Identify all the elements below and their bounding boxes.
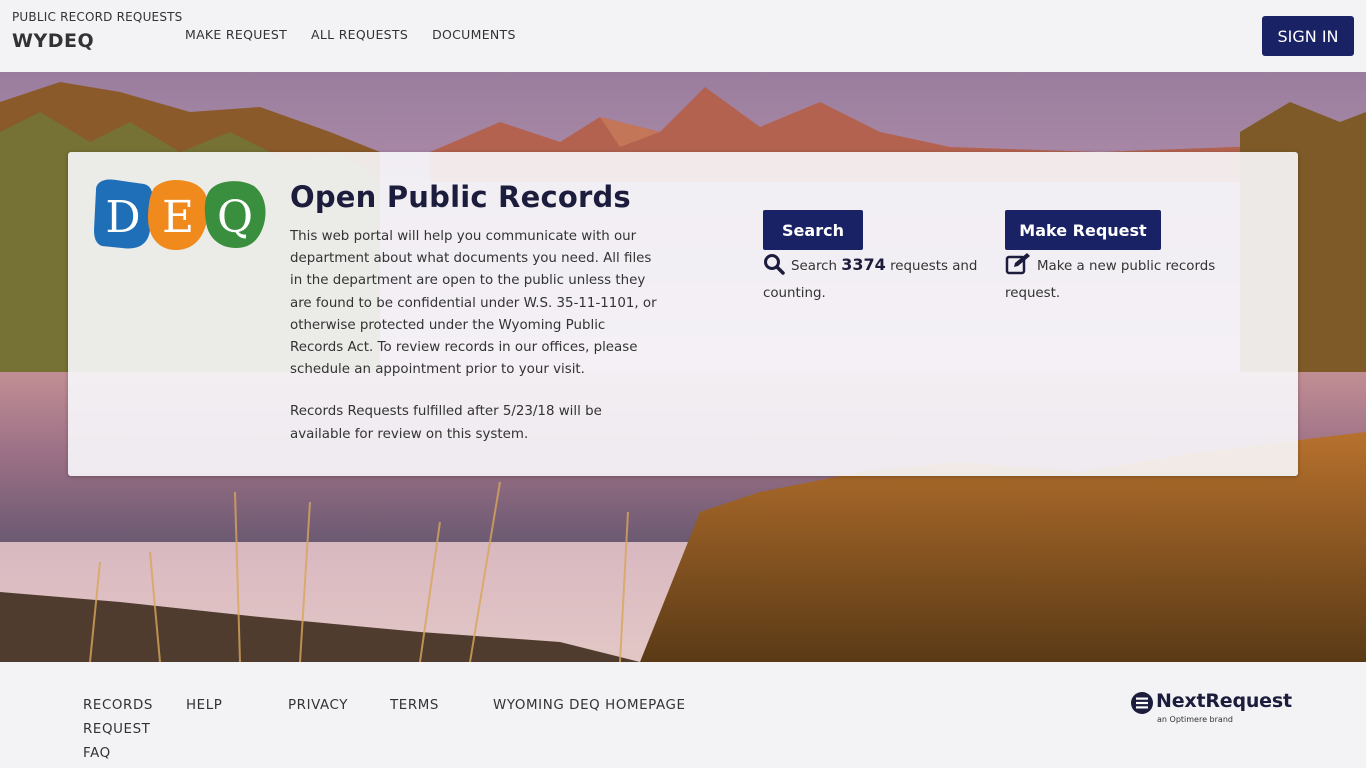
footer: RECORDS REQUEST FAQ HELP PRIVACY TERMS W…: [0, 662, 1366, 768]
search-summary: Search 3374 requests and counting.: [763, 253, 993, 305]
sign-in-button[interactable]: SIGN IN: [1262, 16, 1354, 56]
nextrequest-tagline: an Optimere brand: [1157, 715, 1233, 724]
footer-link-privacy[interactable]: PRIVACY: [288, 694, 348, 718]
nav-make-request[interactable]: MAKE REQUEST: [185, 27, 287, 42]
hero-section: D E Q Open Public Records This web porta…: [0, 72, 1366, 662]
footer-link-deq-homepage[interactable]: WYOMING DEQ HOMEPAGE: [493, 694, 686, 718]
intro-card: D E Q Open Public Records This web porta…: [68, 152, 1298, 476]
intro-description: This web portal will help you communicat…: [290, 226, 662, 446]
footer-link-faq[interactable]: RECORDS REQUEST FAQ: [83, 694, 163, 766]
availability-note: Records Requests fulfilled after 5/23/18…: [290, 404, 602, 442]
footer-link-help[interactable]: HELP: [186, 694, 222, 718]
search-button[interactable]: Search: [763, 210, 863, 250]
main-nav: MAKE REQUEST ALL REQUESTS DOCUMENTS: [185, 27, 516, 42]
top-navbar: PUBLIC RECORD REQUESTS WYDEQ MAKE REQUES…: [0, 0, 1366, 72]
description-paragraph: This web portal will help you communicat…: [290, 229, 657, 378]
footer-link-terms[interactable]: TERMS: [390, 694, 439, 718]
nav-all-requests[interactable]: ALL REQUESTS: [311, 27, 408, 42]
deq-logo: D E Q: [94, 179, 266, 250]
logo-letter-d: D: [105, 192, 140, 243]
edit-icon: [1005, 253, 1031, 283]
make-request-button[interactable]: Make Request: [1005, 210, 1161, 250]
nextrequest-icon: [1131, 692, 1153, 714]
logo-letter-q: Q: [217, 192, 253, 243]
make-request-summary: Make a new public records request.: [1005, 253, 1235, 305]
search-prefix: Search: [791, 259, 838, 274]
make-request-description: Make a new public records request.: [1005, 259, 1216, 301]
request-count: 3374: [841, 255, 886, 274]
nextrequest-logo[interactable]: NextRequest an Optimere brand: [1130, 690, 1292, 730]
brand-title[interactable]: WYDEQ: [12, 30, 94, 52]
brand-subtitle: PUBLIC RECORD REQUESTS: [12, 10, 183, 24]
page-title: Open Public Records: [290, 180, 631, 214]
search-icon: [763, 253, 785, 283]
nav-documents[interactable]: DOCUMENTS: [432, 27, 516, 42]
nextrequest-name: NextRequest: [1156, 690, 1292, 712]
logo-letter-e: E: [162, 192, 194, 243]
